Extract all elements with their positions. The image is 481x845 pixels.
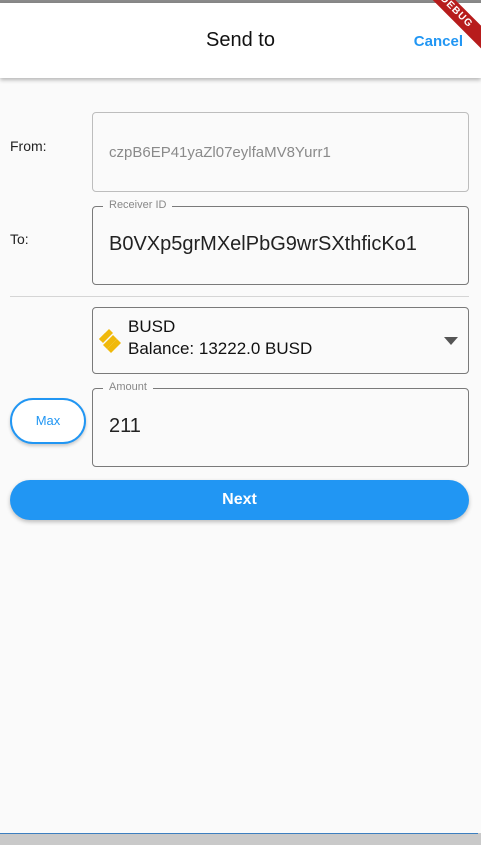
- page-title: Send to: [206, 29, 275, 51]
- token-dropdown[interactable]: BUSD Balance: 13222.0 BUSD: [92, 307, 469, 374]
- amount-float-label: Amount: [103, 381, 153, 393]
- chevron-down-icon[interactable]: [444, 337, 458, 345]
- max-button[interactable]: Max: [10, 398, 86, 444]
- from-field: czpB6EP41yaZl07eylfaMV8Yurr1: [92, 112, 469, 192]
- bottom-edge-line: [0, 833, 478, 834]
- amount-value: 211: [109, 415, 141, 437]
- bottom-edge: [0, 833, 481, 845]
- to-label: To:: [10, 231, 29, 247]
- next-button[interactable]: Next: [10, 480, 469, 520]
- binance-busd-icon: [96, 328, 122, 354]
- receiver-id-field[interactable]: Receiver ID B0VXp5grMXelPbG9wrSXthficKo1: [92, 199, 469, 285]
- cancel-button[interactable]: Cancel: [414, 33, 463, 50]
- amount-field[interactable]: Amount 211: [92, 381, 469, 467]
- token-name: BUSD: [128, 317, 176, 336]
- receiver-id-float-label: Receiver ID: [103, 199, 173, 211]
- app-bar: Send to Cancel: [0, 3, 481, 78]
- receiver-id-value: B0VXp5grMXelPbG9wrSXthficKo1: [109, 233, 417, 255]
- divider: [10, 296, 469, 297]
- from-label: From:: [10, 138, 47, 154]
- from-value: czpB6EP41yaZl07eylfaMV8Yurr1: [109, 144, 331, 161]
- token-balance: Balance: 13222.0 BUSD: [128, 339, 313, 358]
- send-screen: Send to Cancel DEBUG From: czpB6EP41yaZl…: [0, 0, 481, 845]
